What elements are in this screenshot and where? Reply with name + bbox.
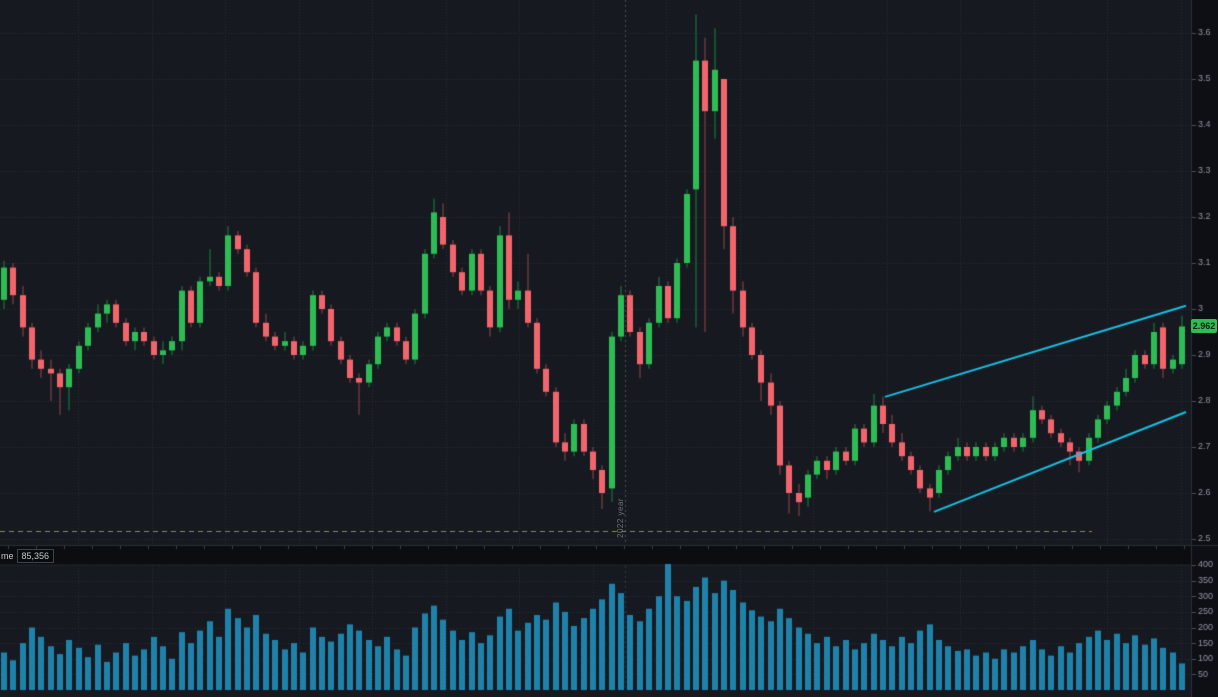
year-marker-label: 2022 year xyxy=(616,498,625,538)
trading-chart-root: me 85,356 2022 year 2.962 xyxy=(0,0,1218,697)
price-scale-axis[interactable] xyxy=(1191,0,1218,545)
volume-pane-legend: me 85,356 xyxy=(1,549,54,563)
volume-scale-axis[interactable] xyxy=(1191,546,1218,697)
pane-separator[interactable] xyxy=(0,543,1218,548)
volume-legend-value: 85,356 xyxy=(17,549,55,563)
last-price-tag: 2.962 xyxy=(1191,319,1217,333)
volume-legend-label: me xyxy=(1,549,14,563)
candlestick-chart-canvas[interactable] xyxy=(0,0,1218,697)
